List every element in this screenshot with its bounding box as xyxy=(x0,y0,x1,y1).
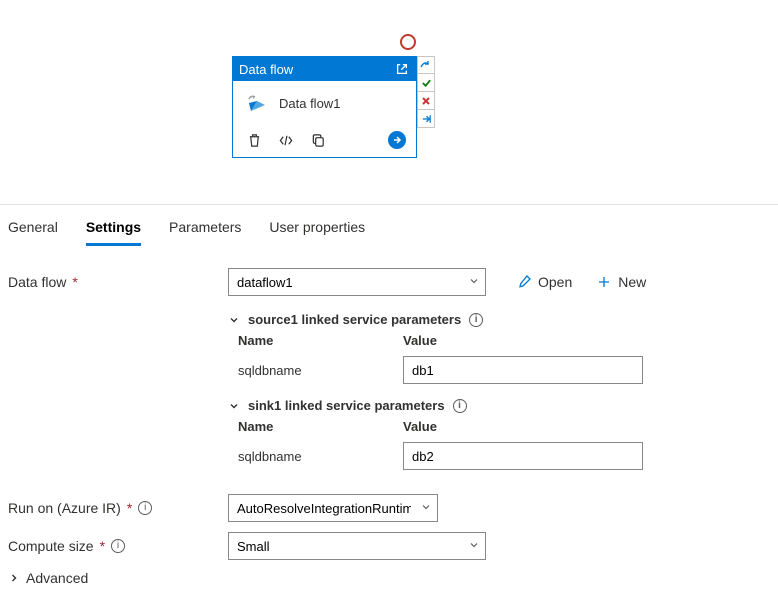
label-runon: Run on (Azure IR) * i xyxy=(8,494,228,516)
activity-node-wrap: Data flow Data flow1 xyxy=(232,56,435,158)
tab-user-properties[interactable]: User properties xyxy=(269,215,365,246)
section-source1-title: source1 linked service parameters xyxy=(248,312,461,327)
section-sink1-header[interactable]: sink1 linked service parameters i xyxy=(228,398,770,413)
col-value-header: Value xyxy=(403,333,437,348)
side-btn-fail[interactable] xyxy=(417,92,435,110)
row-runon: Run on (Azure IR) * i xyxy=(8,494,770,522)
side-btn-1[interactable] xyxy=(417,56,435,74)
settings-form: Data flow * Open xyxy=(0,258,778,586)
new-button[interactable]: New xyxy=(596,274,646,290)
runon-select-input[interactable] xyxy=(228,494,438,522)
new-button-label: New xyxy=(618,274,646,290)
info-icon[interactable]: i xyxy=(453,399,467,413)
node-side-buttons xyxy=(417,56,435,128)
dataflow-select[interactable] xyxy=(228,268,486,296)
row-compute: Compute size * i xyxy=(8,532,770,560)
col-name-header: Name xyxy=(238,333,403,348)
tab-parameters[interactable]: Parameters xyxy=(169,215,241,246)
section-source1-row0: sqldbname xyxy=(238,356,770,384)
required-asterisk: * xyxy=(100,538,105,554)
required-asterisk: * xyxy=(72,274,77,290)
compute-select-input[interactable] xyxy=(228,532,486,560)
param-name: sqldbname xyxy=(238,363,403,378)
row-sections: source1 linked service parameters i Name… xyxy=(8,306,770,484)
section-sink1-head: Name Value xyxy=(238,419,770,434)
delete-icon[interactable] xyxy=(245,131,263,149)
param-value-input[interactable] xyxy=(403,442,643,470)
tabs: General Settings Parameters User propert… xyxy=(0,215,778,246)
tabs-row: General Settings Parameters User propert… xyxy=(0,204,778,246)
advanced-toggle[interactable]: Advanced xyxy=(8,570,770,586)
row-dataflow: Data flow * Open xyxy=(8,268,770,296)
dataflow-activity-node[interactable]: Data flow Data flow1 xyxy=(232,56,417,158)
label-compute-text: Compute size xyxy=(8,538,94,554)
node-header: Data flow xyxy=(233,57,416,81)
side-btn-skip[interactable] xyxy=(417,110,435,128)
info-icon[interactable]: i xyxy=(111,539,125,553)
node-title: Data flow xyxy=(239,62,394,77)
section-source1-head: Name Value xyxy=(238,333,770,348)
validation-ring-icon xyxy=(400,34,416,50)
tab-general[interactable]: General xyxy=(8,215,58,246)
runon-select[interactable] xyxy=(228,494,438,522)
open-external-icon[interactable] xyxy=(394,61,410,77)
info-icon[interactable]: i xyxy=(138,501,152,515)
side-btn-success[interactable] xyxy=(417,74,435,92)
open-button[interactable]: Open xyxy=(516,274,572,290)
info-icon[interactable]: i xyxy=(469,313,483,327)
open-button-label: Open xyxy=(538,274,572,290)
dataflow-select-input[interactable] xyxy=(228,268,486,296)
node-footer xyxy=(233,125,416,157)
node-body: Data flow1 xyxy=(233,81,416,125)
section-sink1: sink1 linked service parameters i Name V… xyxy=(228,398,770,470)
label-runon-text: Run on (Azure IR) xyxy=(8,500,121,516)
node-body-text: Data flow1 xyxy=(279,96,340,111)
section-source1-header[interactable]: source1 linked service parameters i xyxy=(228,312,770,327)
param-value-input[interactable] xyxy=(403,356,643,384)
compute-select[interactable] xyxy=(228,532,486,560)
param-name: sqldbname xyxy=(238,449,403,464)
section-source1: source1 linked service parameters i Name… xyxy=(228,312,770,384)
col-value-header: Value xyxy=(403,419,437,434)
dataflow-icon xyxy=(245,91,269,115)
copy-icon[interactable] xyxy=(309,131,327,149)
label-compute: Compute size * i xyxy=(8,532,228,554)
label-dataflow-text: Data flow xyxy=(8,274,66,290)
tab-settings[interactable]: Settings xyxy=(86,215,141,246)
field-dataflow: Open New xyxy=(228,268,770,296)
section-sink1-title: sink1 linked service parameters xyxy=(248,398,445,413)
col-name-header: Name xyxy=(238,419,403,434)
section-sink1-row0: sqldbname xyxy=(238,442,770,470)
label-dataflow: Data flow * xyxy=(8,268,228,290)
run-icon[interactable] xyxy=(388,131,406,149)
advanced-label: Advanced xyxy=(26,570,88,586)
code-icon[interactable] xyxy=(277,131,295,149)
required-asterisk: * xyxy=(127,500,132,516)
